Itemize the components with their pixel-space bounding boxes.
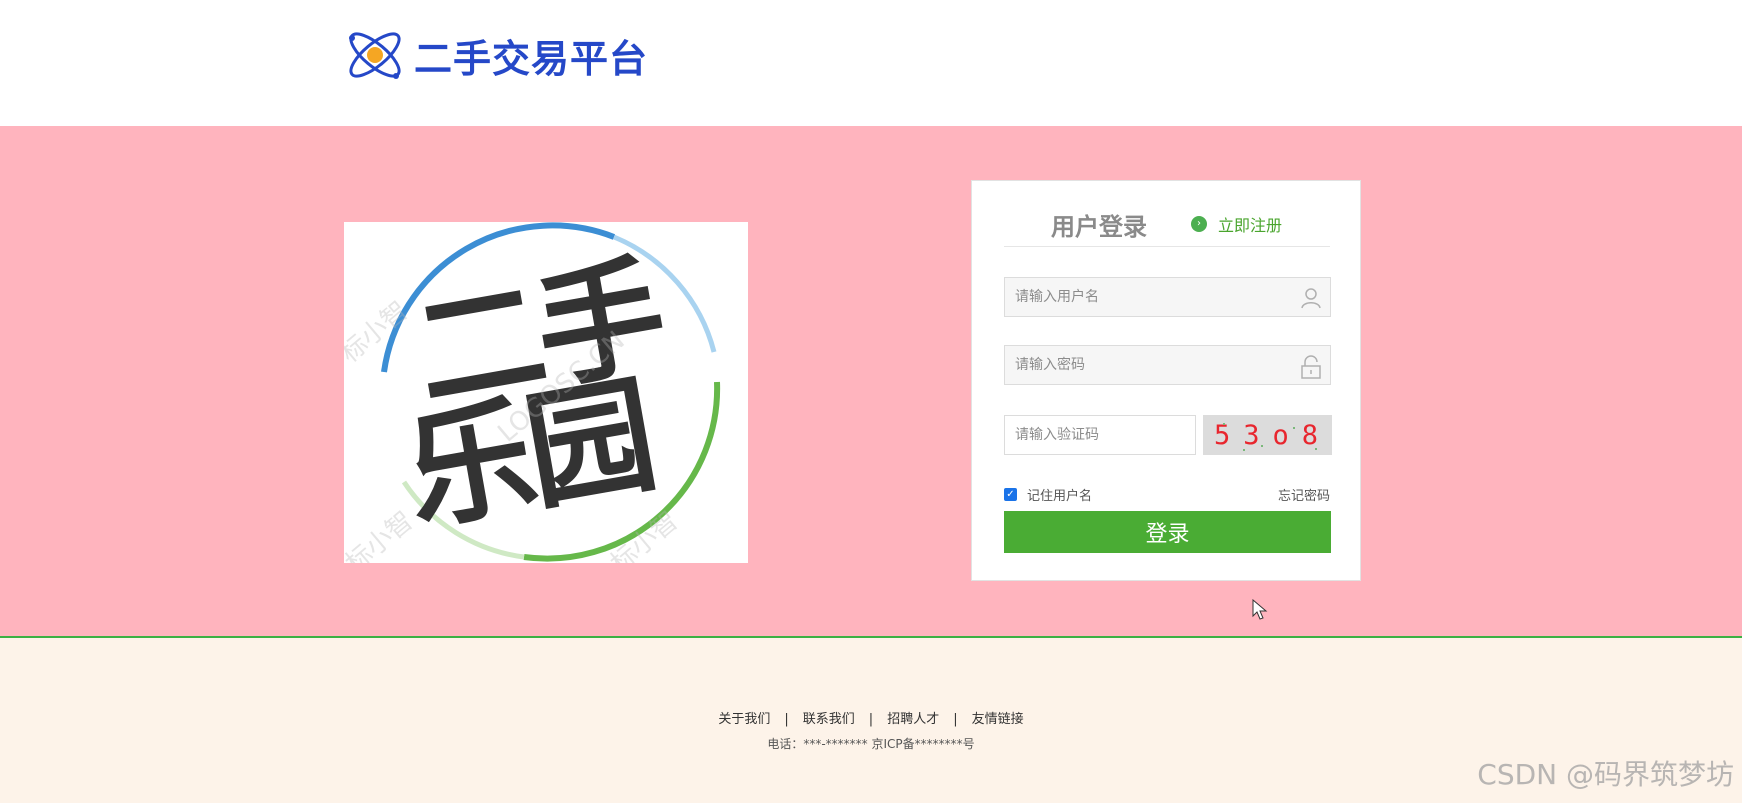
site-header: 二手交易平台 xyxy=(0,0,1742,126)
footer-separator: | xyxy=(784,712,789,727)
footer-info: 电话：***-******* 京ICP备********号 xyxy=(767,737,975,751)
site-footer: 关于我们 | 联系我们 | 招聘人才 | 友情链接 电话：***-******* 京ICP备… xyxy=(0,638,1742,803)
forgot-password-link[interactable]: 忘记密码 xyxy=(1278,485,1330,504)
captcha-noise-dot xyxy=(1315,448,1317,450)
login-button[interactable]: 登录 xyxy=(1004,511,1331,553)
username-input[interactable] xyxy=(1005,278,1330,316)
footer-separator: | xyxy=(953,712,958,727)
mouse-cursor-icon xyxy=(1252,599,1268,620)
login-title: 用户登录 xyxy=(1051,213,1147,241)
site-logo[interactable]: 二手交易平台 xyxy=(342,20,648,90)
register-link[interactable]: › 立即注册 xyxy=(1191,212,1282,236)
promo-image: 二手 乐园 标小智 LOGOSC.CN 标小智 标小智 xyxy=(344,222,748,563)
footer-link-jobs[interactable]: 招聘人才 xyxy=(887,712,939,727)
logo-text: 二手交易平台 xyxy=(414,36,649,81)
password-field xyxy=(1004,345,1331,385)
remember-checkbox[interactable]: ✓ xyxy=(1004,488,1017,501)
captcha-noise-dot xyxy=(1293,427,1295,429)
footer-links: 关于我们 | 联系我们 | 招聘人才 | 友情链接 xyxy=(0,708,1742,727)
user-icon xyxy=(1301,288,1321,309)
register-label: 立即注册 xyxy=(1218,216,1283,235)
footer-separator: | xyxy=(868,712,874,727)
footer-link-friends[interactable]: 友情链接 xyxy=(972,712,1024,727)
captcha-input[interactable] xyxy=(1005,416,1195,454)
csdn-watermark: CSDN @码界筑梦坊 xyxy=(1477,758,1734,791)
captcha-noise-dot xyxy=(1261,445,1263,447)
remember-label: 记住用户名 xyxy=(1027,489,1093,504)
captcha-image[interactable]: 53o8 xyxy=(1203,415,1332,455)
password-input[interactable] xyxy=(1005,346,1330,384)
main-section: 二手 乐园 标小智 LOGOSC.CN 标小智 标小智 用户登录 › 立即注册 xyxy=(0,126,1742,636)
username-field xyxy=(1004,277,1331,317)
lock-icon xyxy=(1301,355,1321,379)
login-card-header: 用户登录 › 立即注册 xyxy=(1004,207,1330,247)
footer-link-contact[interactable]: 联系我们 xyxy=(803,712,855,727)
footer-link-about[interactable]: 关于我们 xyxy=(718,712,770,727)
captcha-noise-dot xyxy=(1243,449,1245,451)
arrow-right-circle-icon: › xyxy=(1191,216,1207,232)
atom-logo-icon xyxy=(349,32,401,79)
captcha-field xyxy=(1004,415,1196,455)
login-card: 用户登录 › 立即注册 53o8 xyxy=(971,180,1361,581)
captcha-noise-dot xyxy=(1223,423,1225,425)
remember-me[interactable]: ✓ 记住用户名 xyxy=(1004,485,1092,504)
